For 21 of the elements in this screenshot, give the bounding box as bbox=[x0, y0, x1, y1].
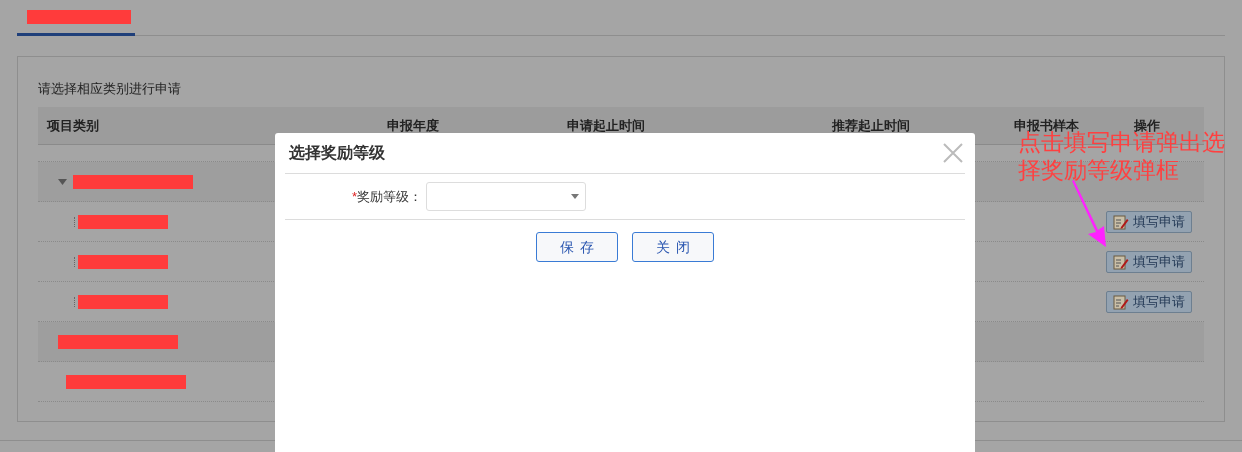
column-header: 操作 bbox=[1134, 117, 1160, 133]
field-label: 奖励等级： bbox=[357, 188, 422, 204]
dialog-button[interactable]: 关闭 bbox=[632, 232, 714, 262]
intro-text: 请选择相应类别进行申请 bbox=[38, 80, 182, 97]
caret-icon[interactable] bbox=[58, 178, 67, 185]
fill-application-button[interactable]: 填写申请 bbox=[1106, 290, 1192, 313]
edit-icon bbox=[1113, 293, 1129, 310]
close-icon[interactable] bbox=[943, 143, 963, 163]
column-header: 推荐起止时间 bbox=[832, 117, 910, 133]
dialog-button[interactable]: 保存 bbox=[536, 232, 618, 262]
fill-application-button[interactable]: 填写申请 bbox=[1106, 210, 1192, 233]
required-mark: * bbox=[351, 188, 357, 204]
edit-icon bbox=[1113, 213, 1129, 230]
column-header: 申报书样本 bbox=[1014, 117, 1079, 133]
fill-application-button[interactable]: 填写申请 bbox=[1106, 250, 1192, 273]
column-header: 申报年度 bbox=[387, 117, 439, 133]
dialog-title: 选择奖励等级 bbox=[288, 143, 385, 163]
caret-icon bbox=[571, 194, 579, 199]
column-header: 项目类别 bbox=[47, 117, 99, 133]
edit-icon bbox=[1113, 253, 1129, 270]
column-header: 申请起止时间 bbox=[567, 117, 645, 133]
